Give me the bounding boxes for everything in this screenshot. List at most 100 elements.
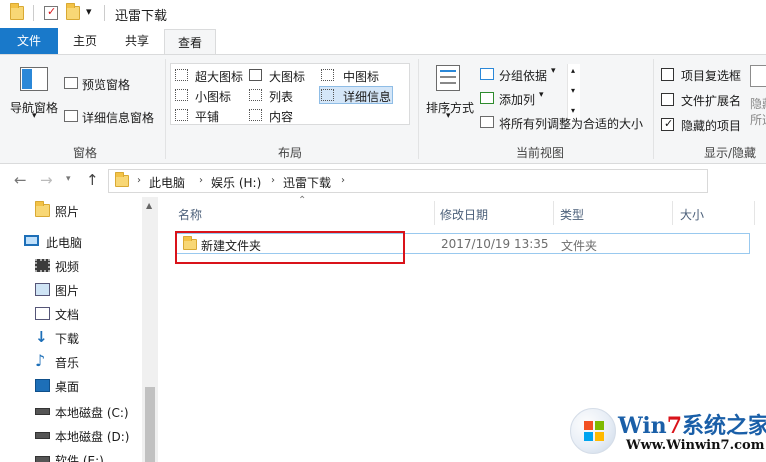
breadcrumb-drive[interactable]: 娱乐 (H:) bbox=[211, 174, 261, 191]
details-pane-button[interactable]: 详细信息窗格 bbox=[62, 106, 162, 126]
nav-item-drive-d[interactable]: 本地磁盘 (D:) bbox=[0, 425, 142, 447]
layout-medium-icons[interactable]: 中图标 bbox=[319, 66, 393, 84]
details-icon bbox=[321, 89, 334, 101]
column-divider bbox=[553, 201, 554, 225]
checkbox[interactable] bbox=[661, 68, 674, 81]
layout-large-icons[interactable]: 大图标 bbox=[247, 66, 317, 84]
address-field[interactable]: › 此电脑 › 娱乐 (H:) › 迅雷下载 › bbox=[108, 169, 708, 193]
properties-icon[interactable]: ✓ bbox=[44, 5, 58, 20]
nav-item-pictures[interactable]: 图片 bbox=[0, 279, 142, 301]
size-columns-label: 将所有列调整为合适的大小 bbox=[499, 117, 644, 131]
file-type: 文件夹 bbox=[561, 239, 598, 253]
group-label-panes: 窗格 bbox=[72, 146, 97, 160]
sort-icon bbox=[436, 65, 460, 91]
nav-item-drive-c[interactable]: 本地磁盘 (C:) bbox=[0, 401, 142, 423]
tab-share[interactable]: 共享 bbox=[114, 28, 160, 54]
hide-selected-label-2: 所选 bbox=[750, 113, 766, 127]
chevron-up-icon[interactable]: ▲ bbox=[146, 201, 152, 210]
item-checkboxes-toggle[interactable]: 项目复选框 bbox=[658, 65, 752, 85]
content-icon bbox=[249, 109, 262, 121]
size-columns-button[interactable]: 将所有列调整为合适的大小 bbox=[478, 113, 648, 133]
sort-dropdown-icon: ▾ bbox=[446, 111, 451, 121]
sort-by-button[interactable]: 排序方式 ▾ bbox=[424, 61, 476, 131]
breadcrumb-this-pc[interactable]: 此电脑 bbox=[149, 174, 185, 191]
watermark-url: Www.Winwin7.com bbox=[626, 438, 765, 453]
chevron-up-icon[interactable]: ▴ bbox=[571, 66, 575, 75]
small-icons-icon bbox=[175, 89, 188, 101]
layout-extra-large-icons[interactable]: 超大图标 bbox=[173, 66, 245, 84]
column-header-type[interactable]: 类型 bbox=[560, 206, 584, 234]
preview-pane-button[interactable]: 预览窗格 bbox=[62, 73, 162, 93]
back-arrow-icon[interactable]: ← bbox=[14, 171, 27, 189]
hide-selected-icon bbox=[750, 65, 766, 87]
layout-list[interactable]: 列表 bbox=[247, 86, 317, 104]
layout-label: 内容 bbox=[269, 110, 294, 124]
forward-arrow-icon[interactable]: → bbox=[40, 171, 53, 189]
folder-icon bbox=[35, 201, 50, 217]
nav-pane-button[interactable]: 导航窗格 ▾ bbox=[8, 61, 64, 131]
recent-locations-icon[interactable]: ▾ bbox=[66, 174, 71, 184]
nav-scrollbar-thumb[interactable] bbox=[145, 387, 155, 462]
column-header-size[interactable]: 大小 bbox=[680, 206, 704, 234]
layout-tiles[interactable]: 平铺 bbox=[173, 106, 245, 124]
chevron-down-icon[interactable]: ▾ bbox=[571, 86, 575, 95]
column-header-modified[interactable]: 修改日期 bbox=[440, 206, 488, 234]
nav-item-desktop[interactable]: 桌面 bbox=[0, 375, 142, 397]
chevron-right-icon[interactable]: › bbox=[341, 175, 345, 186]
watermark: Win7系统之家 Www.Winwin7.com bbox=[566, 404, 766, 462]
add-column-button[interactable]: 添加列 ▾ bbox=[478, 89, 568, 109]
group-label-show-hide: 显示/隐藏 bbox=[703, 146, 757, 160]
qat-customize-icon[interactable]: ▾ bbox=[86, 5, 92, 18]
layout-label: 中图标 bbox=[343, 70, 380, 84]
new-folder-icon[interactable] bbox=[66, 3, 80, 20]
layout-label: 大图标 bbox=[269, 70, 306, 84]
chevron-down-icon: ▾ bbox=[539, 90, 544, 100]
nav-item-videos[interactable]: 视频 bbox=[0, 255, 142, 277]
layout-small-icons[interactable]: 小图标 bbox=[173, 86, 245, 104]
title-bar: ✓ ▾ 迅雷下载 bbox=[0, 0, 766, 28]
nav-item-drive-e[interactable]: 软件 (E:) bbox=[0, 449, 142, 462]
video-icon bbox=[35, 259, 50, 272]
up-arrow-icon[interactable]: ↑ bbox=[86, 171, 99, 189]
nav-item-label: 下载 bbox=[55, 332, 80, 346]
nav-item-photos[interactable]: 照片 bbox=[0, 200, 142, 222]
layout-content[interactable]: 内容 bbox=[247, 106, 317, 124]
brand-prefix: Win bbox=[618, 413, 667, 439]
chevron-right-icon[interactable]: › bbox=[199, 175, 203, 186]
nav-item-label: 此电脑 bbox=[46, 236, 83, 250]
window-title: 迅雷下载 bbox=[115, 9, 168, 24]
music-icon: ♪ bbox=[35, 351, 46, 370]
nav-item-label: 音乐 bbox=[55, 356, 80, 370]
ribbon-tabs: 文件 主页 共享 查看 bbox=[0, 28, 766, 55]
tab-home[interactable]: 主页 bbox=[62, 28, 108, 54]
annotation-highlight-box bbox=[175, 231, 405, 264]
file-extensions-label: 文件扩展名 bbox=[681, 94, 742, 108]
file-extensions-toggle[interactable]: 文件扩展名 bbox=[658, 90, 752, 110]
tab-view[interactable]: 查看 bbox=[164, 29, 216, 55]
chevron-right-icon[interactable]: › bbox=[271, 175, 275, 186]
logo-part bbox=[584, 432, 593, 441]
folder-icon bbox=[10, 3, 24, 20]
nav-item-documents[interactable]: 文档 bbox=[0, 303, 142, 325]
hide-selected-items-button[interactable]: 隐藏 所选 bbox=[750, 65, 766, 131]
brand-number: 7 bbox=[666, 413, 682, 439]
nav-item-downloads[interactable]: ↓ 下载 bbox=[0, 327, 142, 349]
chevron-right-icon[interactable]: › bbox=[137, 175, 141, 186]
breadcrumb-folder[interactable]: 迅雷下载 bbox=[283, 174, 331, 191]
hidden-items-toggle[interactable]: ✓ 隐藏的项目 bbox=[658, 115, 752, 135]
preview-pane-label: 预览窗格 bbox=[82, 78, 131, 92]
column-header-name[interactable]: 名称 bbox=[178, 206, 202, 234]
group-by-button[interactable]: 分组依据 ▾ bbox=[478, 65, 568, 85]
layout-details[interactable]: 详细信息 bbox=[319, 86, 393, 104]
group-by-label: 分组依据 bbox=[499, 69, 548, 83]
checkbox[interactable] bbox=[661, 93, 674, 106]
nav-item-music[interactable]: ♪ 音乐 bbox=[0, 351, 142, 373]
pictures-icon bbox=[35, 283, 50, 296]
drive-icon bbox=[35, 408, 50, 415]
checkbox-checked[interactable]: ✓ bbox=[661, 117, 674, 131]
tab-file[interactable]: 文件 bbox=[0, 28, 58, 54]
medium-icons-icon bbox=[321, 69, 334, 81]
nav-item-this-pc[interactable]: 此电脑 bbox=[0, 231, 142, 253]
navigation-pane: 照片 此电脑 视频 图片 文档 ↓ 下载 ♪ 音乐 桌面 本地磁盘 (C:) 本… bbox=[0, 197, 158, 462]
group-label-layout: 布局 bbox=[277, 146, 302, 160]
